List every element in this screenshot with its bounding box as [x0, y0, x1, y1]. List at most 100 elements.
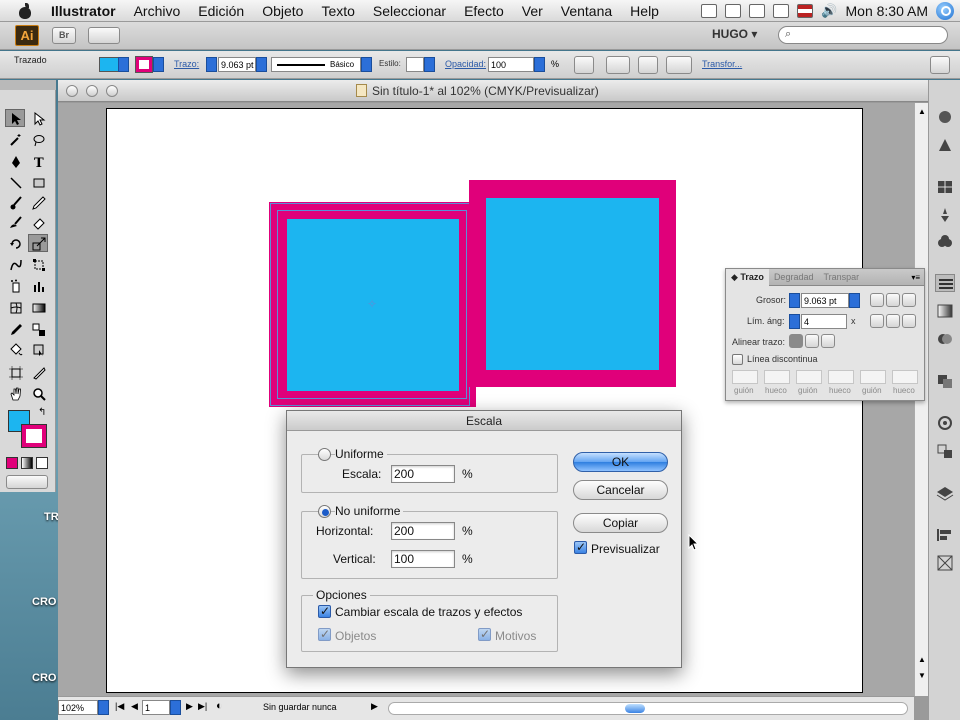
weight-dropdown[interactable] — [849, 293, 860, 308]
join-round-button[interactable] — [886, 314, 900, 328]
menu-efecto[interactable]: Efecto — [455, 3, 513, 19]
transform-link[interactable]: Transfor... — [702, 59, 742, 69]
panel-menu-icon[interactable]: ▾≡ — [911, 273, 924, 282]
calendar-icon[interactable] — [701, 3, 718, 18]
join-bevel-button[interactable] — [902, 314, 916, 328]
tab-trazo[interactable]: ◆ Trazo — [726, 268, 769, 286]
menu-edicion[interactable]: Edición — [189, 3, 253, 19]
weight-stepper[interactable] — [789, 293, 800, 308]
scale-strokes-checkbox[interactable] — [318, 604, 331, 618]
stroke-weight-dropdown[interactable] — [256, 57, 267, 72]
cap-round-button[interactable] — [886, 293, 900, 307]
stroke-dropdown[interactable] — [153, 57, 164, 72]
stroke-weight-field[interactable]: 9.063 pt — [218, 57, 256, 72]
line-tool-icon[interactable] — [5, 173, 25, 191]
cap-butt-button[interactable] — [870, 293, 884, 307]
hand-tool-icon[interactable] — [5, 384, 25, 402]
reveal-icon[interactable]: ◐ — [216, 700, 223, 712]
nonuniform-radio[interactable] — [318, 505, 331, 518]
align-button[interactable] — [606, 56, 630, 74]
graphic-styles-icon[interactable] — [935, 234, 955, 252]
close-window-button[interactable] — [66, 85, 78, 97]
magic-wand-tool-icon[interactable] — [5, 130, 25, 148]
profile-field[interactable]: Básico — [271, 57, 361, 72]
rectangle-tool-icon[interactable] — [28, 173, 48, 191]
gradient-panel-icon[interactable] — [935, 302, 955, 320]
page-dropdown[interactable] — [170, 700, 181, 715]
sync-icon[interactable] — [725, 3, 742, 18]
opacity-dropdown[interactable] — [534, 57, 545, 72]
horizontal-input[interactable]: 200 — [391, 522, 455, 540]
column-graph-tool-icon[interactable] — [28, 276, 48, 294]
screen-mode-button[interactable] — [6, 475, 48, 489]
join-miter-button[interactable] — [870, 314, 884, 328]
horizontal-scrollbar[interactable] — [388, 702, 908, 715]
zoom-tool-icon[interactable] — [28, 384, 48, 402]
bridge-button[interactable]: Br — [52, 27, 76, 44]
symbols-icon[interactable] — [935, 206, 955, 224]
style-dropdown[interactable] — [424, 57, 435, 72]
previous-page-icon[interactable]: ◀ — [131, 701, 138, 712]
style-swatch[interactable] — [406, 57, 424, 72]
links-icon[interactable] — [935, 442, 955, 460]
copy-button[interactable]: Copiar — [573, 513, 668, 533]
cancel-button[interactable]: Cancelar — [573, 480, 668, 500]
menu-texto[interactable]: Texto — [312, 3, 363, 19]
color-mode-icon[interactable] — [6, 457, 18, 469]
stroke-weight-label[interactable]: Trazo: — [174, 59, 199, 69]
gap-field[interactable] — [828, 370, 854, 384]
scroll-up-icon[interactable]: ▲ — [918, 655, 926, 664]
next-page-icon[interactable]: ▶ — [186, 701, 193, 712]
tab-degradado[interactable]: Degradad — [769, 272, 819, 282]
brushes-icon[interactable] — [935, 136, 955, 154]
gap-field[interactable] — [764, 370, 790, 384]
uniform-radio[interactable] — [318, 448, 331, 461]
free-transform-tool-icon[interactable] — [28, 255, 48, 273]
selection-tool-icon[interactable] — [5, 109, 25, 127]
dash-field[interactable] — [732, 370, 758, 384]
scroll-down-icon[interactable]: ▼ — [918, 671, 926, 680]
transparency-panel-icon[interactable] — [935, 330, 955, 348]
flag-icon[interactable] — [797, 3, 814, 18]
eyedropper-tool-icon[interactable] — [5, 320, 25, 338]
scale-input[interactable]: 200 — [391, 465, 455, 483]
appearance-panel-icon[interactable] — [935, 372, 955, 390]
navigator-icon[interactable] — [935, 414, 955, 432]
blob-brush-tool-icon[interactable] — [5, 213, 25, 231]
align-outside-button[interactable] — [821, 334, 835, 348]
recolor-button[interactable] — [574, 56, 594, 74]
gradient-mode-icon[interactable] — [21, 457, 33, 469]
pen-tool-icon[interactable] — [5, 152, 25, 170]
slice-tool-icon[interactable] — [28, 363, 48, 381]
opacity-label[interactable]: Opacidad: — [445, 59, 486, 69]
status-menu-icon[interactable]: ▶ — [371, 701, 378, 712]
skype-icon[interactable] — [749, 3, 766, 18]
gap-field[interactable] — [892, 370, 918, 384]
tools-panel-header[interactable] — [0, 80, 56, 90]
menu-archivo[interactable]: Archivo — [125, 3, 190, 19]
limit-field[interactable]: 4 — [801, 314, 847, 329]
menu-app-name[interactable]: Illustrator — [42, 3, 125, 19]
artboard-tool-icon[interactable] — [5, 363, 25, 381]
swatches-icon[interactable] — [935, 178, 955, 196]
fill-dropdown[interactable] — [118, 57, 129, 72]
first-page-icon[interactable]: |◀ — [115, 701, 124, 712]
swap-colors-icon[interactable]: ↰ — [38, 407, 46, 418]
gradient-tool-icon[interactable] — [28, 298, 48, 316]
stroke-swatch[interactable] — [135, 56, 153, 73]
color-guide-icon[interactable] — [935, 108, 955, 126]
warp-tool-icon[interactable] — [5, 255, 25, 273]
last-page-icon[interactable]: ▶| — [198, 701, 207, 712]
dashed-line-checkbox[interactable] — [732, 354, 743, 365]
horizontal-scroll-thumb[interactable] — [625, 704, 645, 713]
stroke-weight-stepper[interactable] — [206, 57, 217, 72]
transform-panel-icon[interactable] — [935, 554, 955, 572]
symbol-sprayer-tool-icon[interactable] — [5, 276, 25, 294]
menu-objeto[interactable]: Objeto — [253, 3, 312, 19]
right-rectangle-fill[interactable] — [486, 198, 659, 370]
minimize-window-button[interactable] — [86, 85, 98, 97]
ok-button[interactable]: OK — [573, 452, 668, 472]
vertical-input[interactable]: 100 — [391, 550, 455, 568]
align-inside-button[interactable] — [805, 334, 819, 348]
network-icon[interactable] — [773, 3, 790, 18]
